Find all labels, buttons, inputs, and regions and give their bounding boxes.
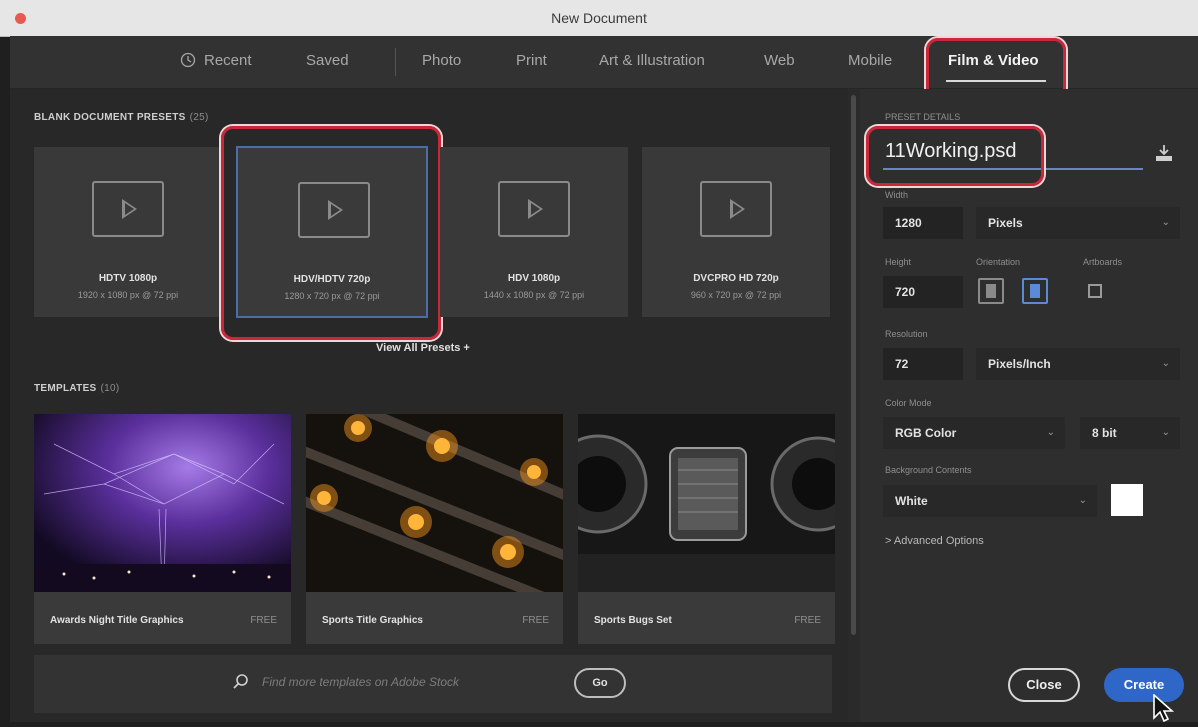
mouse-pointer-icon <box>1152 693 1182 727</box>
template-name: Sports Bugs Set <box>594 615 672 626</box>
section-count: (10) <box>100 383 120 394</box>
save-preset-icon[interactable] <box>1154 144 1174 167</box>
tab-photo[interactable]: Photo <box>422 52 461 69</box>
go-button[interactable]: Go <box>574 668 626 698</box>
window-title: New Document <box>551 10 647 26</box>
template-price: FREE <box>250 615 277 626</box>
template-thumbnail <box>578 414 835 592</box>
template-card-awards-night[interactable]: Awards Night Title Graphics FREE <box>34 414 291 644</box>
background-contents-value: White <box>895 494 928 508</box>
color-mode-value: RGB Color <box>895 426 957 440</box>
highlight-document-name <box>866 126 1044 186</box>
resolution-label: Resolution <box>885 329 928 339</box>
chevron-down-icon: ⌄ <box>1161 217 1170 228</box>
preset-card-dvcpro-hd-720p[interactable]: DVCPRO HD 720p 960 x 720 px @ 72 ppi <box>642 147 830 317</box>
template-name: Awards Night Title Graphics <box>50 615 184 626</box>
video-preset-icon <box>700 181 772 237</box>
search-icon <box>232 673 250 696</box>
blank-presets-heading: BLANK DOCUMENT PRESETS (25) <box>34 112 209 123</box>
tab-mobile[interactable]: Mobile <box>848 52 892 69</box>
tab-recent[interactable]: Recent <box>180 52 252 69</box>
bit-depth-value: 8 bit <box>1092 426 1117 440</box>
template-thumbnail <box>34 414 291 592</box>
width-unit-select[interactable]: Pixels ⌄ <box>976 207 1180 239</box>
tab-divider <box>395 48 396 76</box>
chevron-down-icon: ⌄ <box>1161 427 1170 438</box>
search-input[interactable]: Find more templates on Adobe Stock <box>262 675 459 689</box>
tab-label: Recent <box>204 52 252 69</box>
landscape-orientation-button[interactable] <box>1022 278 1048 304</box>
preset-details-label: PRESET DETAILS <box>885 112 961 122</box>
resolution-unit-value: Pixels/Inch <box>988 357 1051 371</box>
color-mode-select[interactable]: RGB Color ⌄ <box>883 417 1065 449</box>
presets-scrollbar[interactable] <box>848 89 860 722</box>
portrait-orientation-button[interactable] <box>978 278 1004 304</box>
highlight-selected-preset <box>221 126 441 340</box>
landscape-icon <box>1030 284 1040 298</box>
orientation-label: Orientation <box>976 257 1021 267</box>
background-contents-label: Background Contents <box>885 465 972 475</box>
stock-search-bar: Find more templates on Adobe Stock Go <box>34 655 832 713</box>
artboards-label: Artboards <box>1083 257 1123 267</box>
tab-web[interactable]: Web <box>764 52 795 69</box>
preset-name: DVCPRO HD 720p <box>693 273 779 284</box>
advanced-options-toggle[interactable]: > Advanced Options <box>885 535 984 547</box>
artboards-checkbox[interactable] <box>1088 284 1102 298</box>
chevron-down-icon: ⌄ <box>1078 495 1087 506</box>
scrollbar-thumb[interactable] <box>851 95 856 635</box>
tab-print[interactable]: Print <box>516 52 547 69</box>
width-label: Width <box>885 190 909 200</box>
template-card-sports-bugs[interactable]: Sports Bugs Set FREE <box>578 414 835 644</box>
section-title: BLANK DOCUMENT PRESETS <box>34 112 186 123</box>
bit-depth-select[interactable]: 8 bit ⌄ <box>1080 417 1180 449</box>
video-preset-icon <box>92 181 164 237</box>
template-price: FREE <box>794 615 821 626</box>
preset-card-hdtv-1080p[interactable]: HDTV 1080p 1920 x 1080 px @ 72 ppi <box>34 147 222 317</box>
video-preset-icon <box>498 181 570 237</box>
templates-heading: TEMPLATES (10) <box>34 383 120 394</box>
section-count: (25) <box>189 112 209 123</box>
template-price: FREE <box>522 615 549 626</box>
width-field[interactable]: 1280 <box>883 207 963 239</box>
view-all-presets-link[interactable]: View All Presets + <box>376 342 470 354</box>
template-card-sports-title[interactable]: Sports Title Graphics FREE <box>306 414 563 644</box>
title-bar: New Document <box>0 0 1198 37</box>
background-contents-select[interactable]: White ⌄ <box>883 485 1097 517</box>
close-button[interactable]: Close <box>1008 668 1080 702</box>
height-label: Height <box>885 257 912 267</box>
tab-art-illustration[interactable]: Art & Illustration <box>599 52 705 69</box>
section-title: TEMPLATES <box>34 383 97 394</box>
preset-name: HDV 1080p <box>507 273 561 284</box>
preset-name: HDTV 1080p <box>98 273 158 284</box>
template-thumbnail <box>306 414 563 592</box>
width-unit-value: Pixels <box>988 216 1023 230</box>
preset-card-hdv-1080p[interactable]: HDV 1080p 1440 x 1080 px @ 72 ppi <box>440 147 628 317</box>
preset-description: 1440 x 1080 px @ 72 ppi <box>483 290 585 300</box>
preset-description: 960 x 720 px @ 72 ppi <box>690 290 782 300</box>
height-field[interactable]: 720 <box>883 276 963 308</box>
clock-icon <box>180 52 196 69</box>
chevron-down-icon: ⌄ <box>1046 427 1055 438</box>
template-name: Sports Title Graphics <box>322 615 423 626</box>
portrait-icon <box>986 284 996 298</box>
resolution-unit-select[interactable]: Pixels/Inch ⌄ <box>976 348 1180 380</box>
chevron-down-icon: ⌄ <box>1161 358 1170 369</box>
preset-description: 1920 x 1080 px @ 72 ppi <box>77 290 179 300</box>
tab-saved[interactable]: Saved <box>306 52 349 69</box>
background-color-swatch[interactable] <box>1111 484 1143 516</box>
color-mode-label: Color Mode <box>885 398 932 408</box>
resolution-field[interactable]: 72 <box>883 348 963 380</box>
